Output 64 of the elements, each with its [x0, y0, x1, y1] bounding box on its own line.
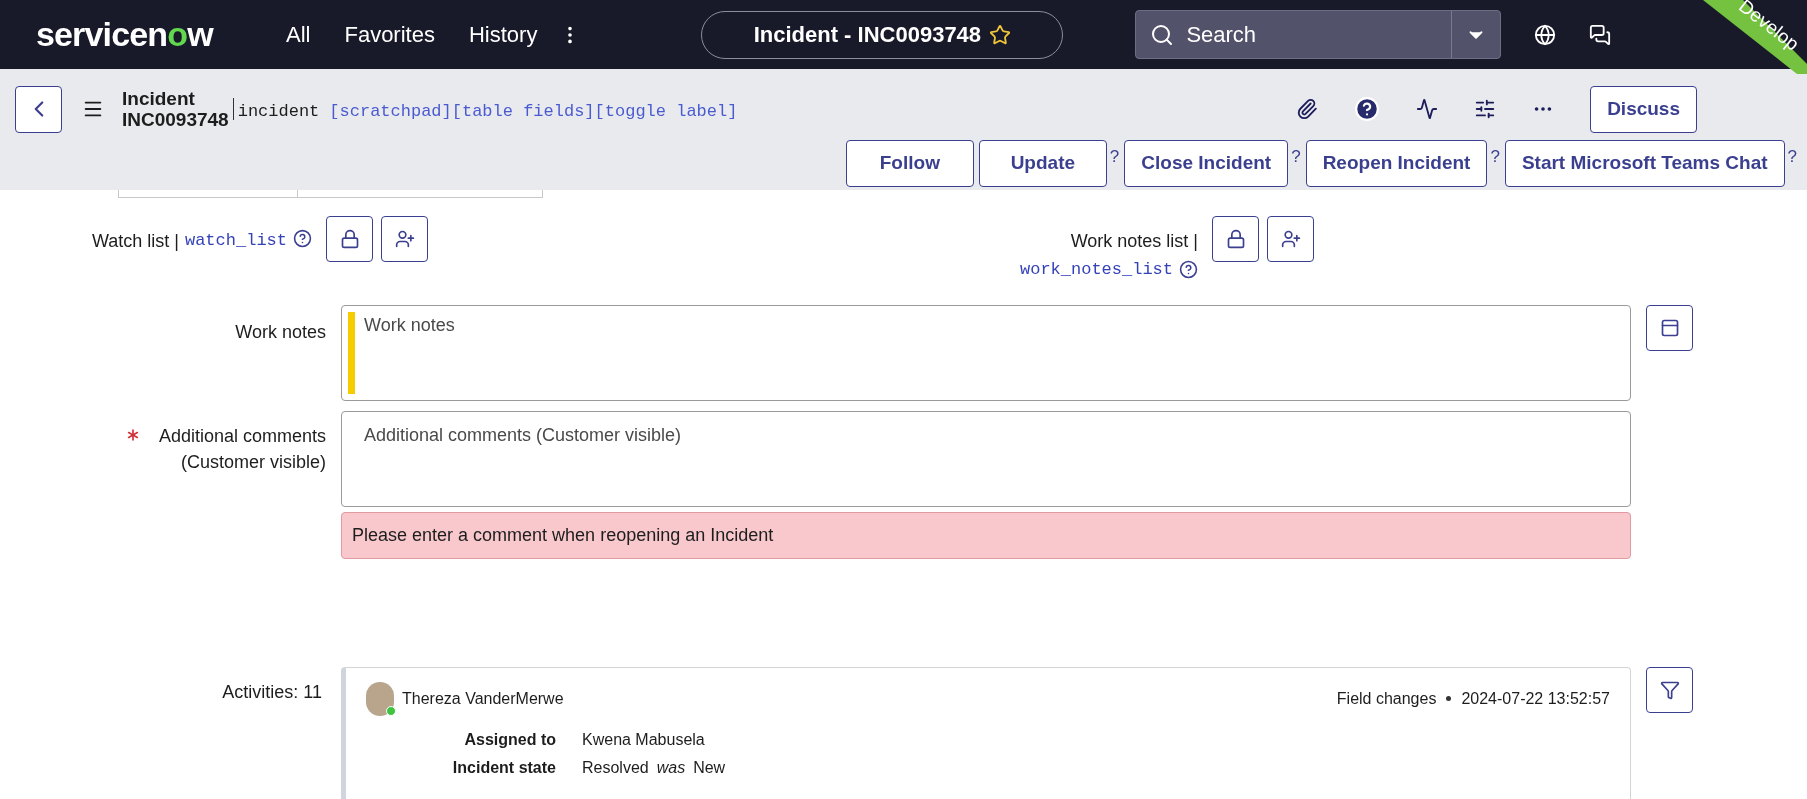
work-notes-input[interactable]: Work notes — [364, 311, 1624, 394]
additional-comments-field[interactable]: Additional comments (Customer visible) — [341, 410, 1631, 507]
add-user-button[interactable] — [381, 216, 428, 262]
change-field: Assigned to — [366, 727, 556, 752]
entry-time: 2024-07-22 13:52:57 — [1461, 688, 1610, 709]
nav-menu-item[interactable]: All — [286, 18, 311, 51]
filter-icon — [1659, 679, 1680, 700]
attachment-icon[interactable] — [1296, 98, 1319, 120]
field-label: Additional comments (Customer visible) — [157, 424, 326, 474]
previous-value: New — [693, 757, 726, 778]
field-name: watch_list — [184, 230, 287, 252]
help-marker[interactable]: ? — [1490, 144, 1500, 170]
chat-icon — [1589, 23, 1612, 46]
action-button[interactable]: Follow — [845, 140, 974, 187]
toggle-field-button[interactable] — [1646, 304, 1693, 351]
add-user-button[interactable] — [1267, 216, 1315, 262]
discuss-button[interactable]: Discuss — [1590, 85, 1697, 133]
settings-icon[interactable] — [1474, 98, 1497, 120]
action-button[interactable]: Reopen Incident — [1305, 140, 1488, 187]
help-marker[interactable]: ? — [1291, 144, 1301, 170]
action-button[interactable]: Start Microsoft Teams Chat — [1504, 140, 1785, 187]
work-notes-field[interactable]: Work notes — [341, 304, 1631, 401]
panel-icon — [1659, 317, 1680, 338]
change-field: Incident state — [366, 755, 556, 780]
was-label: was — [656, 757, 686, 778]
nav-menu-item[interactable]: Favorites — [344, 18, 435, 51]
table-name: incident — [237, 101, 320, 124]
back-button[interactable] — [15, 85, 62, 133]
search-input[interactable]: Search — [1186, 18, 1407, 51]
search-field[interactable]: Search — [1135, 10, 1502, 59]
debug-link[interactable]: [table fields] — [451, 99, 595, 125]
nav-menu-item[interactable]: History — [468, 18, 538, 51]
lock-icon — [1225, 229, 1246, 249]
help-icon[interactable] — [1179, 260, 1199, 280]
entry-type: Field changes — [1336, 688, 1437, 709]
help-marker[interactable]: ? — [1787, 144, 1797, 170]
logo: servicenow — [36, 14, 215, 55]
activities-count: Activities: 11 — [222, 680, 322, 704]
activity-icon[interactable] — [1416, 98, 1439, 120]
lock-button[interactable] — [1212, 216, 1260, 262]
add-user-icon — [1280, 229, 1301, 249]
globe-icon — [1534, 23, 1557, 46]
debug-link[interactable]: [scratchpad] — [329, 99, 452, 125]
search-icon — [1150, 22, 1175, 47]
help-marker[interactable]: ? — [1109, 144, 1120, 170]
author-name: Thereza VanderMerwe — [402, 688, 564, 709]
avatar — [366, 681, 394, 716]
help-icon[interactable] — [293, 229, 312, 248]
lock-icon — [339, 229, 360, 249]
action-button[interactable]: Update — [978, 140, 1107, 187]
lock-button[interactable] — [326, 216, 373, 262]
field-label: Work notes — [235, 320, 326, 344]
record-number: INC0093748 — [122, 109, 229, 130]
record-title: Incident — [122, 88, 196, 109]
add-user-icon — [394, 229, 415, 249]
field-label: Watch list | — [91, 230, 179, 253]
field-name: work_notes_list — [1020, 259, 1174, 281]
filter-button[interactable] — [1646, 666, 1693, 713]
error-message: Please enter a comment when reopening an Incident — [341, 511, 1631, 559]
change-value: Resolved — [582, 757, 649, 778]
field-label: Work notes list | — [1070, 230, 1199, 253]
change-value: Kwena Mabusela — [582, 729, 705, 750]
action-button[interactable]: Close Incident — [1124, 140, 1289, 187]
debug-link[interactable]: [toggle label] — [594, 99, 738, 125]
